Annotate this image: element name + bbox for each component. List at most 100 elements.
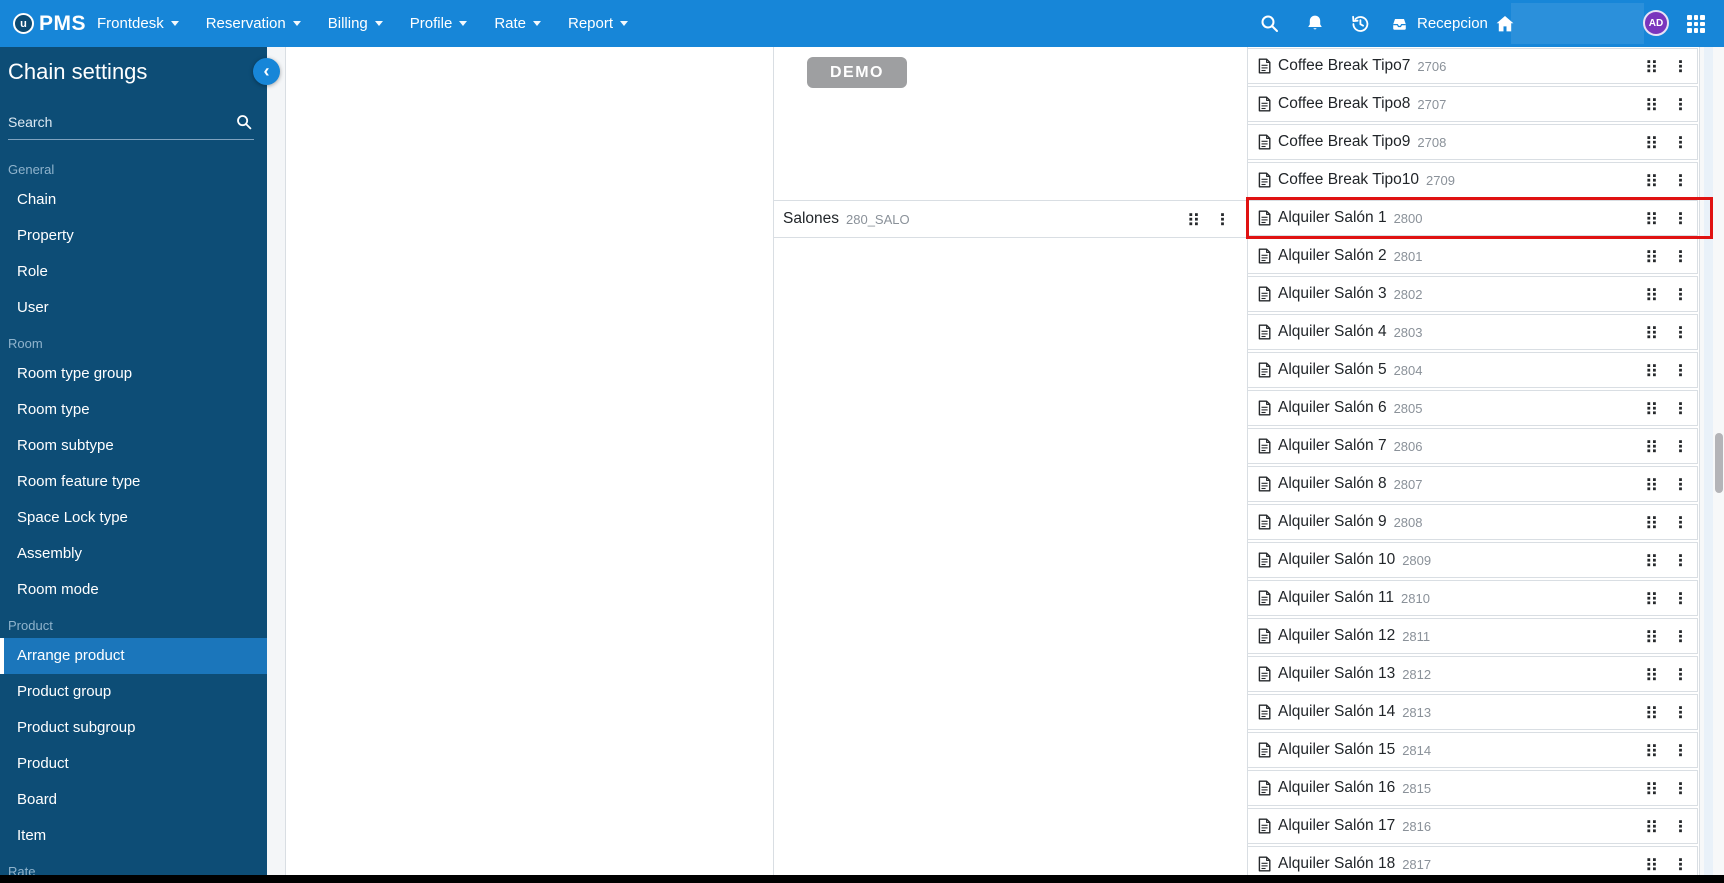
drag-handle-icon[interactable] <box>1646 515 1658 529</box>
drag-handle-icon[interactable] <box>1646 97 1658 111</box>
kebab-menu-icon[interactable] <box>1678 743 1683 757</box>
sidebar-item-product-group[interactable]: Product group <box>0 674 267 710</box>
kebab-menu-icon[interactable] <box>1678 667 1683 681</box>
bell-icon[interactable] <box>1302 0 1328 47</box>
product-row[interactable]: Coffee Break Tipo9 2708 <box>1247 124 1698 160</box>
drag-handle-icon[interactable] <box>1646 553 1658 567</box>
search-input[interactable] <box>8 114 236 130</box>
product-row[interactable]: Alquiler Salón 11 2810 <box>1247 580 1698 616</box>
product-row[interactable]: Alquiler Salón 1 2800 <box>1246 197 1713 239</box>
kebab-menu-icon[interactable] <box>1678 287 1683 301</box>
drag-handle-icon[interactable] <box>1646 629 1658 643</box>
drag-handle-icon[interactable] <box>1646 591 1658 605</box>
kebab-menu-icon[interactable] <box>1678 325 1683 339</box>
kebab-menu-icon[interactable] <box>1678 515 1683 529</box>
kebab-menu-icon[interactable] <box>1678 819 1683 833</box>
drag-handle-icon[interactable] <box>1188 212 1200 226</box>
search-icon[interactable] <box>1256 0 1282 47</box>
drag-handle-icon[interactable] <box>1646 211 1658 225</box>
nav-item-rate[interactable]: Rate <box>494 15 541 32</box>
drag-handle-icon[interactable] <box>1646 325 1658 339</box>
kebab-menu-icon[interactable] <box>1678 705 1683 719</box>
sidebar-item-room-feature-type[interactable]: Room feature type <box>0 464 267 500</box>
nav-item-report[interactable]: Report <box>568 15 629 32</box>
kebab-menu-icon[interactable] <box>1678 249 1683 263</box>
product-row[interactable]: Alquiler Salón 5 2804 <box>1247 352 1698 388</box>
kebab-menu-icon[interactable] <box>1678 363 1683 377</box>
sidebar-item-user[interactable]: User <box>0 290 267 326</box>
drag-handle-icon[interactable] <box>1646 173 1658 187</box>
product-row[interactable]: Alquiler Salón 16 2815 <box>1247 770 1698 806</box>
sidebar-item-room-subtype[interactable]: Room subtype <box>0 428 267 464</box>
drag-handle-icon[interactable] <box>1646 857 1658 871</box>
product-row[interactable]: Alquiler Salón 15 2814 <box>1247 732 1698 768</box>
kebab-menu-icon[interactable] <box>1678 553 1683 567</box>
kebab-menu-icon[interactable] <box>1678 439 1683 453</box>
history-icon[interactable] <box>1347 0 1373 47</box>
product-row[interactable]: Alquiler Salón 4 2803 <box>1247 314 1698 350</box>
sidebar-item-space-lock-type[interactable]: Space Lock type <box>0 500 267 536</box>
drag-handle-icon[interactable] <box>1646 477 1658 491</box>
sidebar-item-board[interactable]: Board <box>0 782 267 818</box>
recepcion-button[interactable]: Recepcion <box>1390 0 1488 47</box>
product-row[interactable]: Alquiler Salón 17 2816 <box>1247 808 1698 844</box>
sidebar-collapse-button[interactable]: ‹ <box>253 58 280 85</box>
kebab-menu-icon[interactable] <box>1678 401 1683 415</box>
sidebar-item-product[interactable]: Product <box>0 746 267 782</box>
drag-handle-icon[interactable] <box>1646 439 1658 453</box>
product-row[interactable]: Alquiler Salón 2 2801 <box>1247 238 1698 274</box>
sidebar-item-room-type[interactable]: Room type <box>0 392 267 428</box>
sidebar-item-room-type-group[interactable]: Room type group <box>0 356 267 392</box>
product-row[interactable]: Alquiler Salón 7 2806 <box>1247 428 1698 464</box>
drag-handle-icon[interactable] <box>1646 363 1658 377</box>
kebab-menu-icon[interactable] <box>1678 781 1683 795</box>
kebab-menu-icon[interactable] <box>1678 857 1683 871</box>
product-row[interactable]: Alquiler Salón 3 2802 <box>1247 276 1698 312</box>
drag-handle-icon[interactable] <box>1646 59 1658 73</box>
kebab-menu-icon[interactable] <box>1678 211 1683 225</box>
nav-item-frontdesk[interactable]: Frontdesk <box>97 15 179 32</box>
drag-handle-icon[interactable] <box>1646 401 1658 415</box>
kebab-menu-icon[interactable] <box>1678 59 1683 73</box>
kebab-menu-icon[interactable] <box>1678 135 1683 149</box>
scrollbar-thumb[interactable] <box>1715 433 1723 493</box>
sidebar-item-product-subgroup[interactable]: Product subgroup <box>0 710 267 746</box>
product-row[interactable]: Alquiler Salón 12 2811 <box>1247 618 1698 654</box>
kebab-menu-icon[interactable] <box>1220 212 1225 226</box>
drag-handle-icon[interactable] <box>1646 781 1658 795</box>
product-row[interactable]: Alquiler Salón 14 2813 <box>1247 694 1698 730</box>
nav-item-profile[interactable]: Profile <box>410 15 468 32</box>
product-row[interactable]: Alquiler Salón 13 2812 <box>1247 656 1698 692</box>
sidebar-item-item[interactable]: Item <box>0 818 267 854</box>
drag-handle-icon[interactable] <box>1646 819 1658 833</box>
kebab-menu-icon[interactable] <box>1678 477 1683 491</box>
sidebar-item-room-mode[interactable]: Room mode <box>0 572 267 608</box>
nav-item-billing[interactable]: Billing <box>328 15 383 32</box>
product-group-row[interactable]: Salones 280_SALO <box>774 200 1247 238</box>
apps-grid-icon[interactable] <box>1687 15 1705 33</box>
sidebar-item-property[interactable]: Property <box>0 218 267 254</box>
sidebar-item-assembly[interactable]: Assembly <box>0 536 267 572</box>
avatar[interactable]: AD <box>1643 10 1669 36</box>
drag-handle-icon[interactable] <box>1646 287 1658 301</box>
drag-handle-icon[interactable] <box>1646 135 1658 149</box>
drag-handle-icon[interactable] <box>1646 667 1658 681</box>
sidebar-item-arrange-product[interactable]: Arrange product <box>0 638 267 674</box>
product-row[interactable]: Alquiler Salón 6 2805 <box>1247 390 1698 426</box>
drag-handle-icon[interactable] <box>1646 743 1658 757</box>
product-row[interactable]: Coffee Break Tipo10 2709 <box>1247 162 1698 198</box>
kebab-menu-icon[interactable] <box>1678 97 1683 111</box>
product-row[interactable]: Alquiler Salón 8 2807 <box>1247 466 1698 502</box>
nav-item-reservation[interactable]: Reservation <box>206 15 301 32</box>
drag-handle-icon[interactable] <box>1646 705 1658 719</box>
app-logo[interactable]: u PMS <box>13 0 86 47</box>
product-row[interactable]: Alquiler Salón 10 2809 <box>1247 542 1698 578</box>
property-selector[interactable] <box>1511 3 1644 44</box>
sidebar-item-role[interactable]: Role <box>0 254 267 290</box>
kebab-menu-icon[interactable] <box>1678 173 1683 187</box>
drag-handle-icon[interactable] <box>1646 249 1658 263</box>
kebab-menu-icon[interactable] <box>1678 591 1683 605</box>
kebab-menu-icon[interactable] <box>1678 629 1683 643</box>
sidebar-item-chain[interactable]: Chain <box>0 182 267 218</box>
search-icon[interactable] <box>236 114 252 130</box>
